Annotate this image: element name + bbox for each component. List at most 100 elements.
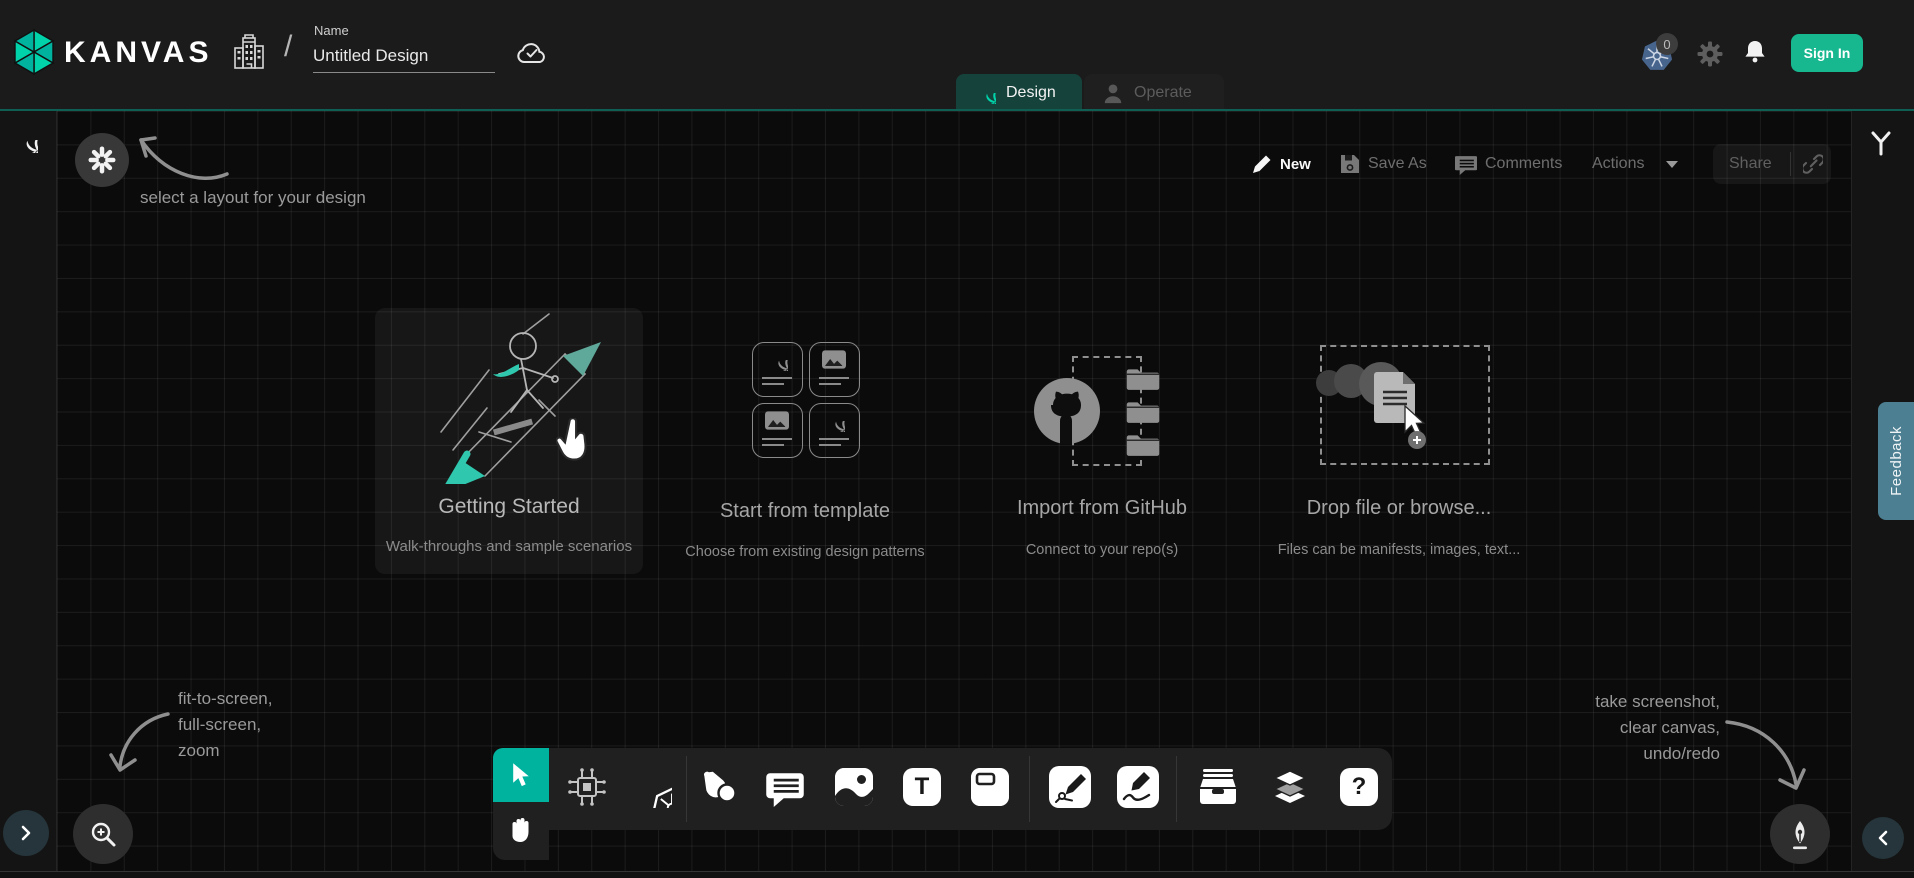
share-divider [1790,152,1791,176]
kubernetes-count-badge: 0 [1656,33,1678,55]
pen-hint-arrow [1720,710,1830,805]
actions-dropdown[interactable]: Actions [1592,146,1678,182]
left-rail [0,111,57,871]
feedback-label: Feedback [1888,426,1905,496]
tool-comment-button[interactable] [763,765,807,809]
comments-button[interactable]: Comments [1455,146,1562,182]
circuit-components-icon [567,767,607,807]
operate-person-icon [1102,82,1124,104]
cloud-saved-icon [515,40,549,66]
tool-note-button[interactable] [971,768,1009,806]
building-icon[interactable] [232,34,266,70]
tool-image-button[interactable] [835,768,873,806]
tab-design-label: Design [1006,84,1056,102]
pencil-new-icon [1252,154,1272,174]
card-title: Getting Started [368,495,650,519]
hint-take-screenshot: take screenshot, [1540,692,1720,712]
card-title: Start from template [665,500,945,523]
pen-nib-icon [1785,817,1815,851]
card-import-github[interactable] [990,330,1215,570]
design-name-input[interactable] [313,44,495,73]
comments-icon [1455,153,1477,175]
cursor-tool-group [493,748,549,860]
tab-operate-label: Operate [1134,84,1192,102]
text-tool-icon: T [915,773,930,801]
hint-undo-redo: undo/redo [1540,744,1720,764]
toolbar-divider [1176,756,1177,822]
shapes-icon [699,767,739,807]
tool-pen-button[interactable] [1049,766,1091,808]
chevron-down-icon [1666,161,1678,168]
save-as-button[interactable]: Save As [1340,146,1427,182]
gear-icon[interactable] [1697,41,1723,67]
new-design-button[interactable]: New [1252,146,1311,182]
save-floppy-icon [1340,154,1360,174]
kanvas-logo-text: KANVAS [64,36,212,70]
comment-icon [765,767,805,807]
share-link-icon [1803,154,1823,174]
toolbar-divider [1029,756,1030,822]
feedback-tab[interactable]: Feedback [1878,402,1914,520]
zoom-hint-arrow [85,700,185,790]
card-title: Drop file or browse... [1259,497,1539,520]
tool-pan-button[interactable] [493,802,549,860]
drawer-archive-icon [1197,766,1239,808]
image-icon [835,768,873,806]
pencil-sketch-icon [1118,767,1158,807]
chevron-left-icon [1875,830,1891,846]
card-subtitle: Files can be manifests, images, text... [1244,542,1554,558]
note-icon [971,768,1009,806]
cursor-arrow-icon [509,762,533,788]
hint-clear-canvas: clear canvas, [1540,718,1720,738]
freehand-pen-button[interactable] [1770,804,1830,864]
app-header: KANVAS / Name [0,0,1914,111]
help-question-icon: ? [1352,773,1367,801]
layout-hint-text: select a layout for your design [140,188,366,208]
expand-left-panel-button[interactable] [3,810,49,856]
tool-drawer-button[interactable] [1196,765,1240,809]
kanvas-app: KANVAS / Name [0,0,1914,878]
hand-pan-icon [508,817,534,845]
share-button[interactable]: Share [1713,144,1831,184]
tool-sketch-button[interactable] [1117,766,1159,808]
hint-fit-to-screen: fit-to-screen, [178,689,272,709]
layout-hint-arrow [115,112,245,190]
tool-components-button[interactable] [565,765,609,809]
meshery-spiral-icon[interactable] [12,127,38,153]
tool-text-button[interactable]: T [903,768,941,806]
magnifier-plus-icon [88,819,118,849]
tool-help-button[interactable]: ? [1340,768,1378,806]
design-name-label: Name [314,23,349,38]
hint-full-screen: full-screen, [178,715,261,735]
bottom-toolbar: T [549,748,1392,830]
flower-layout-icon [87,145,117,175]
zoom-button[interactable] [73,804,133,864]
breadcrumb-separator: / [284,30,292,64]
collapse-right-panel-button[interactable] [1862,817,1904,859]
layers-icon [1269,766,1311,808]
chevron-right-icon [18,825,34,841]
tool-kubernetes-button[interactable] [629,765,673,809]
card-subtitle: Connect to your repo(s) [962,542,1242,558]
tool-layers-button[interactable] [1268,765,1312,809]
bell-icon[interactable] [1742,39,1768,67]
pen-tool-icon [1050,767,1090,807]
card-subtitle: Walk-throughs and sample scenarios [360,538,658,555]
toolbar-divider [686,756,687,822]
sign-in-button[interactable]: Sign In [1791,34,1863,72]
card-title: Import from GitHub [962,497,1242,520]
card-subtitle: Choose from existing design patterns [655,544,955,560]
card-drop-file[interactable] [1280,330,1520,570]
kanvas-logo-icon[interactable] [11,29,57,75]
design-spiral-icon [974,82,996,104]
bottom-edge [0,871,1914,878]
tool-shapes-button[interactable] [697,765,741,809]
cursor-hand-graphic [556,418,592,464]
card-start-from-template[interactable] [683,330,927,570]
card-getting-started[interactable] [375,308,643,574]
kubernetes-wheel-icon [630,766,672,808]
tab-design[interactable]: Design [956,74,1082,111]
merge-y-icon[interactable] [1867,129,1895,157]
tool-select-button[interactable] [493,748,549,802]
tab-operate[interactable]: Operate [1084,74,1224,111]
